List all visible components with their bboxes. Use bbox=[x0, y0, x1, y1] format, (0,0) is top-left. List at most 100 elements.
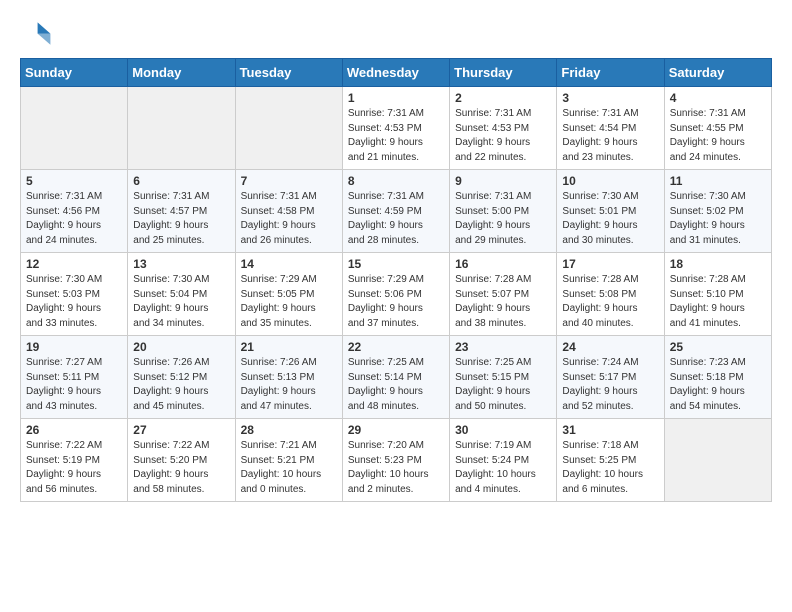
day-number: 15 bbox=[348, 257, 444, 271]
day-content: Sunrise: 7:31 AM Sunset: 4:53 PM Dayligh… bbox=[348, 107, 444, 165]
day-number: 10 bbox=[562, 174, 658, 188]
day-number: 28 bbox=[241, 423, 337, 437]
calendar-day-cell: 23Sunrise: 7:25 AM Sunset: 5:15 PM Dayli… bbox=[450, 336, 557, 419]
calendar-day-cell: 29 Sunrise: 7:20 AM Sunset: 5:23 PM Dayli… bbox=[342, 419, 449, 502]
calendar-week-row: 12 Sunrise: 7:30 AM Sunset: 5:03 PM Dayli… bbox=[21, 253, 772, 336]
day-content: Sunrise: 7:30 AM Sunset: 5:01 PM Dayligh… bbox=[562, 190, 658, 248]
calendar-day-cell: 30 Sunrise: 7:19 AM Sunset: 5:24 PM Dayli… bbox=[450, 419, 557, 502]
day-content: Sunrise: 7:31 AM Sunset: 4:58 PM Dayligh… bbox=[241, 190, 337, 248]
day-number: 1 bbox=[348, 91, 444, 105]
calendar-day-cell: 18 Sunrise: 7:28 AM Sunset: 5:10 PM Dayli… bbox=[664, 253, 771, 336]
day-content: Sunrise: 7:30 AM Sunset: 5:03 PM Dayligh… bbox=[26, 273, 122, 331]
day-content: Sunrise: 7:31 AM Sunset: 5:00 PM Dayligh… bbox=[455, 190, 551, 248]
day-number: 8 bbox=[348, 174, 444, 188]
calendar-weekday-header: Monday bbox=[128, 59, 235, 87]
calendar-week-row: 19 Sunrise: 7:27 AM Sunset: 5:11 PM Dayli… bbox=[21, 336, 772, 419]
day-content: Sunrise: 7:29 AM Sunset: 5:06 PM Dayligh… bbox=[348, 273, 444, 331]
calendar-day-cell: 26Sunrise: 7:22 AM Sunset: 5:19 PM Dayli… bbox=[21, 419, 128, 502]
day-content: Sunrise: 7:30 AM Sunset: 5:02 PM Dayligh… bbox=[670, 190, 766, 248]
day-content: Sunrise: 7:25 AM Sunset: 5:14 PM Dayligh… bbox=[348, 356, 444, 414]
day-content: Sunrise: 7:28 AM Sunset: 5:10 PM Dayligh… bbox=[670, 273, 766, 331]
calendar-day-cell: 25 Sunrise: 7:23 AM Sunset: 5:18 PM Dayli… bbox=[664, 336, 771, 419]
day-content: Sunrise: 7:26 AM Sunset: 5:13 PM Dayligh… bbox=[241, 356, 337, 414]
calendar-day-cell: 14 Sunrise: 7:29 AM Sunset: 5:05 PM Dayli… bbox=[235, 253, 342, 336]
calendar-body: 1 Sunrise: 7:31 AM Sunset: 4:53 PM Daylig… bbox=[21, 87, 772, 502]
day-content: Sunrise: 7:24 AM Sunset: 5:17 PM Dayligh… bbox=[562, 356, 658, 414]
calendar-day-cell: 15 Sunrise: 7:29 AM Sunset: 5:06 PM Dayli… bbox=[342, 253, 449, 336]
day-number: 27 bbox=[133, 423, 229, 437]
calendar-day-cell bbox=[235, 87, 342, 170]
calendar-day-cell: 12 Sunrise: 7:30 AM Sunset: 5:03 PM Dayli… bbox=[21, 253, 128, 336]
day-content: Sunrise: 7:31 AM Sunset: 4:57 PM Dayligh… bbox=[133, 190, 229, 248]
day-number: 21 bbox=[241, 340, 337, 354]
day-content: Sunrise: 7:26 AM Sunset: 5:12 PM Dayligh… bbox=[133, 356, 229, 414]
calendar-day-cell: 10 Sunrise: 7:30 AM Sunset: 5:01 PM Dayli… bbox=[557, 170, 664, 253]
calendar-week-row: 1 Sunrise: 7:31 AM Sunset: 4:53 PM Daylig… bbox=[21, 87, 772, 170]
day-number: 16 bbox=[455, 257, 551, 271]
day-content: Sunrise: 7:23 AM Sunset: 5:18 PM Dayligh… bbox=[670, 356, 766, 414]
day-content: Sunrise: 7:18 AM Sunset: 5:25 PM Dayligh… bbox=[562, 439, 658, 497]
day-number: 20 bbox=[133, 340, 229, 354]
calendar-day-cell: 7 Sunrise: 7:31 AM Sunset: 4:58 PM Daylig… bbox=[235, 170, 342, 253]
page: SundayMondayTuesdayWednesdayThursdayFrid… bbox=[0, 0, 792, 518]
day-content: Sunrise: 7:20 AM Sunset: 5:23 PM Dayligh… bbox=[348, 439, 444, 497]
day-content: Sunrise: 7:31 AM Sunset: 4:56 PM Dayligh… bbox=[26, 190, 122, 248]
calendar-day-cell bbox=[664, 419, 771, 502]
calendar-day-cell: 8 Sunrise: 7:31 AM Sunset: 4:59 PM Daylig… bbox=[342, 170, 449, 253]
calendar-day-cell: 5Sunrise: 7:31 AM Sunset: 4:56 PM Daylig… bbox=[21, 170, 128, 253]
calendar-day-cell: 20 Sunrise: 7:26 AM Sunset: 5:12 PM Dayli… bbox=[128, 336, 235, 419]
day-number: 29 bbox=[348, 423, 444, 437]
day-number: 7 bbox=[241, 174, 337, 188]
calendar-day-cell: 19 Sunrise: 7:27 AM Sunset: 5:11 PM Dayli… bbox=[21, 336, 128, 419]
calendar-week-row: 26Sunrise: 7:22 AM Sunset: 5:19 PM Dayli… bbox=[21, 419, 772, 502]
day-content: Sunrise: 7:29 AM Sunset: 5:05 PM Dayligh… bbox=[241, 273, 337, 331]
day-content: Sunrise: 7:31 AM Sunset: 4:55 PM Dayligh… bbox=[670, 107, 766, 165]
day-content: Sunrise: 7:30 AM Sunset: 5:04 PM Dayligh… bbox=[133, 273, 229, 331]
day-number: 25 bbox=[670, 340, 766, 354]
calendar-day-cell bbox=[21, 87, 128, 170]
day-content: Sunrise: 7:22 AM Sunset: 5:20 PM Dayligh… bbox=[133, 439, 229, 497]
day-number: 18 bbox=[670, 257, 766, 271]
calendar-day-cell: 27 Sunrise: 7:22 AM Sunset: 5:20 PM Dayli… bbox=[128, 419, 235, 502]
calendar-day-cell: 1 Sunrise: 7:31 AM Sunset: 4:53 PM Daylig… bbox=[342, 87, 449, 170]
day-content: Sunrise: 7:21 AM Sunset: 5:21 PM Dayligh… bbox=[241, 439, 337, 497]
calendar-weekday-header: Thursday bbox=[450, 59, 557, 87]
calendar-table: SundayMondayTuesdayWednesdayThursdayFrid… bbox=[20, 58, 772, 502]
day-content: Sunrise: 7:27 AM Sunset: 5:11 PM Dayligh… bbox=[26, 356, 122, 414]
calendar-day-cell: 22 Sunrise: 7:25 AM Sunset: 5:14 PM Dayli… bbox=[342, 336, 449, 419]
calendar-day-cell: 17Sunrise: 7:28 AM Sunset: 5:08 PM Dayli… bbox=[557, 253, 664, 336]
day-content: Sunrise: 7:31 AM Sunset: 4:59 PM Dayligh… bbox=[348, 190, 444, 248]
day-number: 12 bbox=[26, 257, 122, 271]
day-number: 17 bbox=[562, 257, 658, 271]
day-number: 11 bbox=[670, 174, 766, 188]
day-number: 30 bbox=[455, 423, 551, 437]
day-number: 2 bbox=[455, 91, 551, 105]
calendar-day-cell: 21 Sunrise: 7:26 AM Sunset: 5:13 PM Dayli… bbox=[235, 336, 342, 419]
day-number: 19 bbox=[26, 340, 122, 354]
day-number: 24 bbox=[562, 340, 658, 354]
day-number: 31 bbox=[562, 423, 658, 437]
day-content: Sunrise: 7:25 AM Sunset: 5:15 PM Dayligh… bbox=[455, 356, 551, 414]
day-content: Sunrise: 7:19 AM Sunset: 5:24 PM Dayligh… bbox=[455, 439, 551, 497]
day-content: Sunrise: 7:31 AM Sunset: 4:54 PM Dayligh… bbox=[562, 107, 658, 165]
logo-icon bbox=[20, 16, 52, 48]
logo bbox=[20, 16, 56, 48]
day-number: 22 bbox=[348, 340, 444, 354]
day-content: Sunrise: 7:28 AM Sunset: 5:07 PM Dayligh… bbox=[455, 273, 551, 331]
calendar-weekday-header: Sunday bbox=[21, 59, 128, 87]
calendar-day-cell: 16 Sunrise: 7:28 AM Sunset: 5:07 PM Dayli… bbox=[450, 253, 557, 336]
day-number: 14 bbox=[241, 257, 337, 271]
calendar-day-cell: 3 Sunrise: 7:31 AM Sunset: 4:54 PM Daylig… bbox=[557, 87, 664, 170]
day-number: 4 bbox=[670, 91, 766, 105]
calendar-week-row: 5Sunrise: 7:31 AM Sunset: 4:56 PM Daylig… bbox=[21, 170, 772, 253]
day-number: 13 bbox=[133, 257, 229, 271]
day-number: 3 bbox=[562, 91, 658, 105]
calendar-weekday-header: Wednesday bbox=[342, 59, 449, 87]
day-number: 26 bbox=[26, 423, 122, 437]
calendar-day-cell: 31 Sunrise: 7:18 AM Sunset: 5:25 PM Dayli… bbox=[557, 419, 664, 502]
day-content: Sunrise: 7:31 AM Sunset: 4:53 PM Dayligh… bbox=[455, 107, 551, 165]
day-number: 9 bbox=[455, 174, 551, 188]
calendar-weekday-header: Friday bbox=[557, 59, 664, 87]
calendar-day-cell: 6Sunrise: 7:31 AM Sunset: 4:57 PM Daylig… bbox=[128, 170, 235, 253]
calendar-day-cell bbox=[128, 87, 235, 170]
